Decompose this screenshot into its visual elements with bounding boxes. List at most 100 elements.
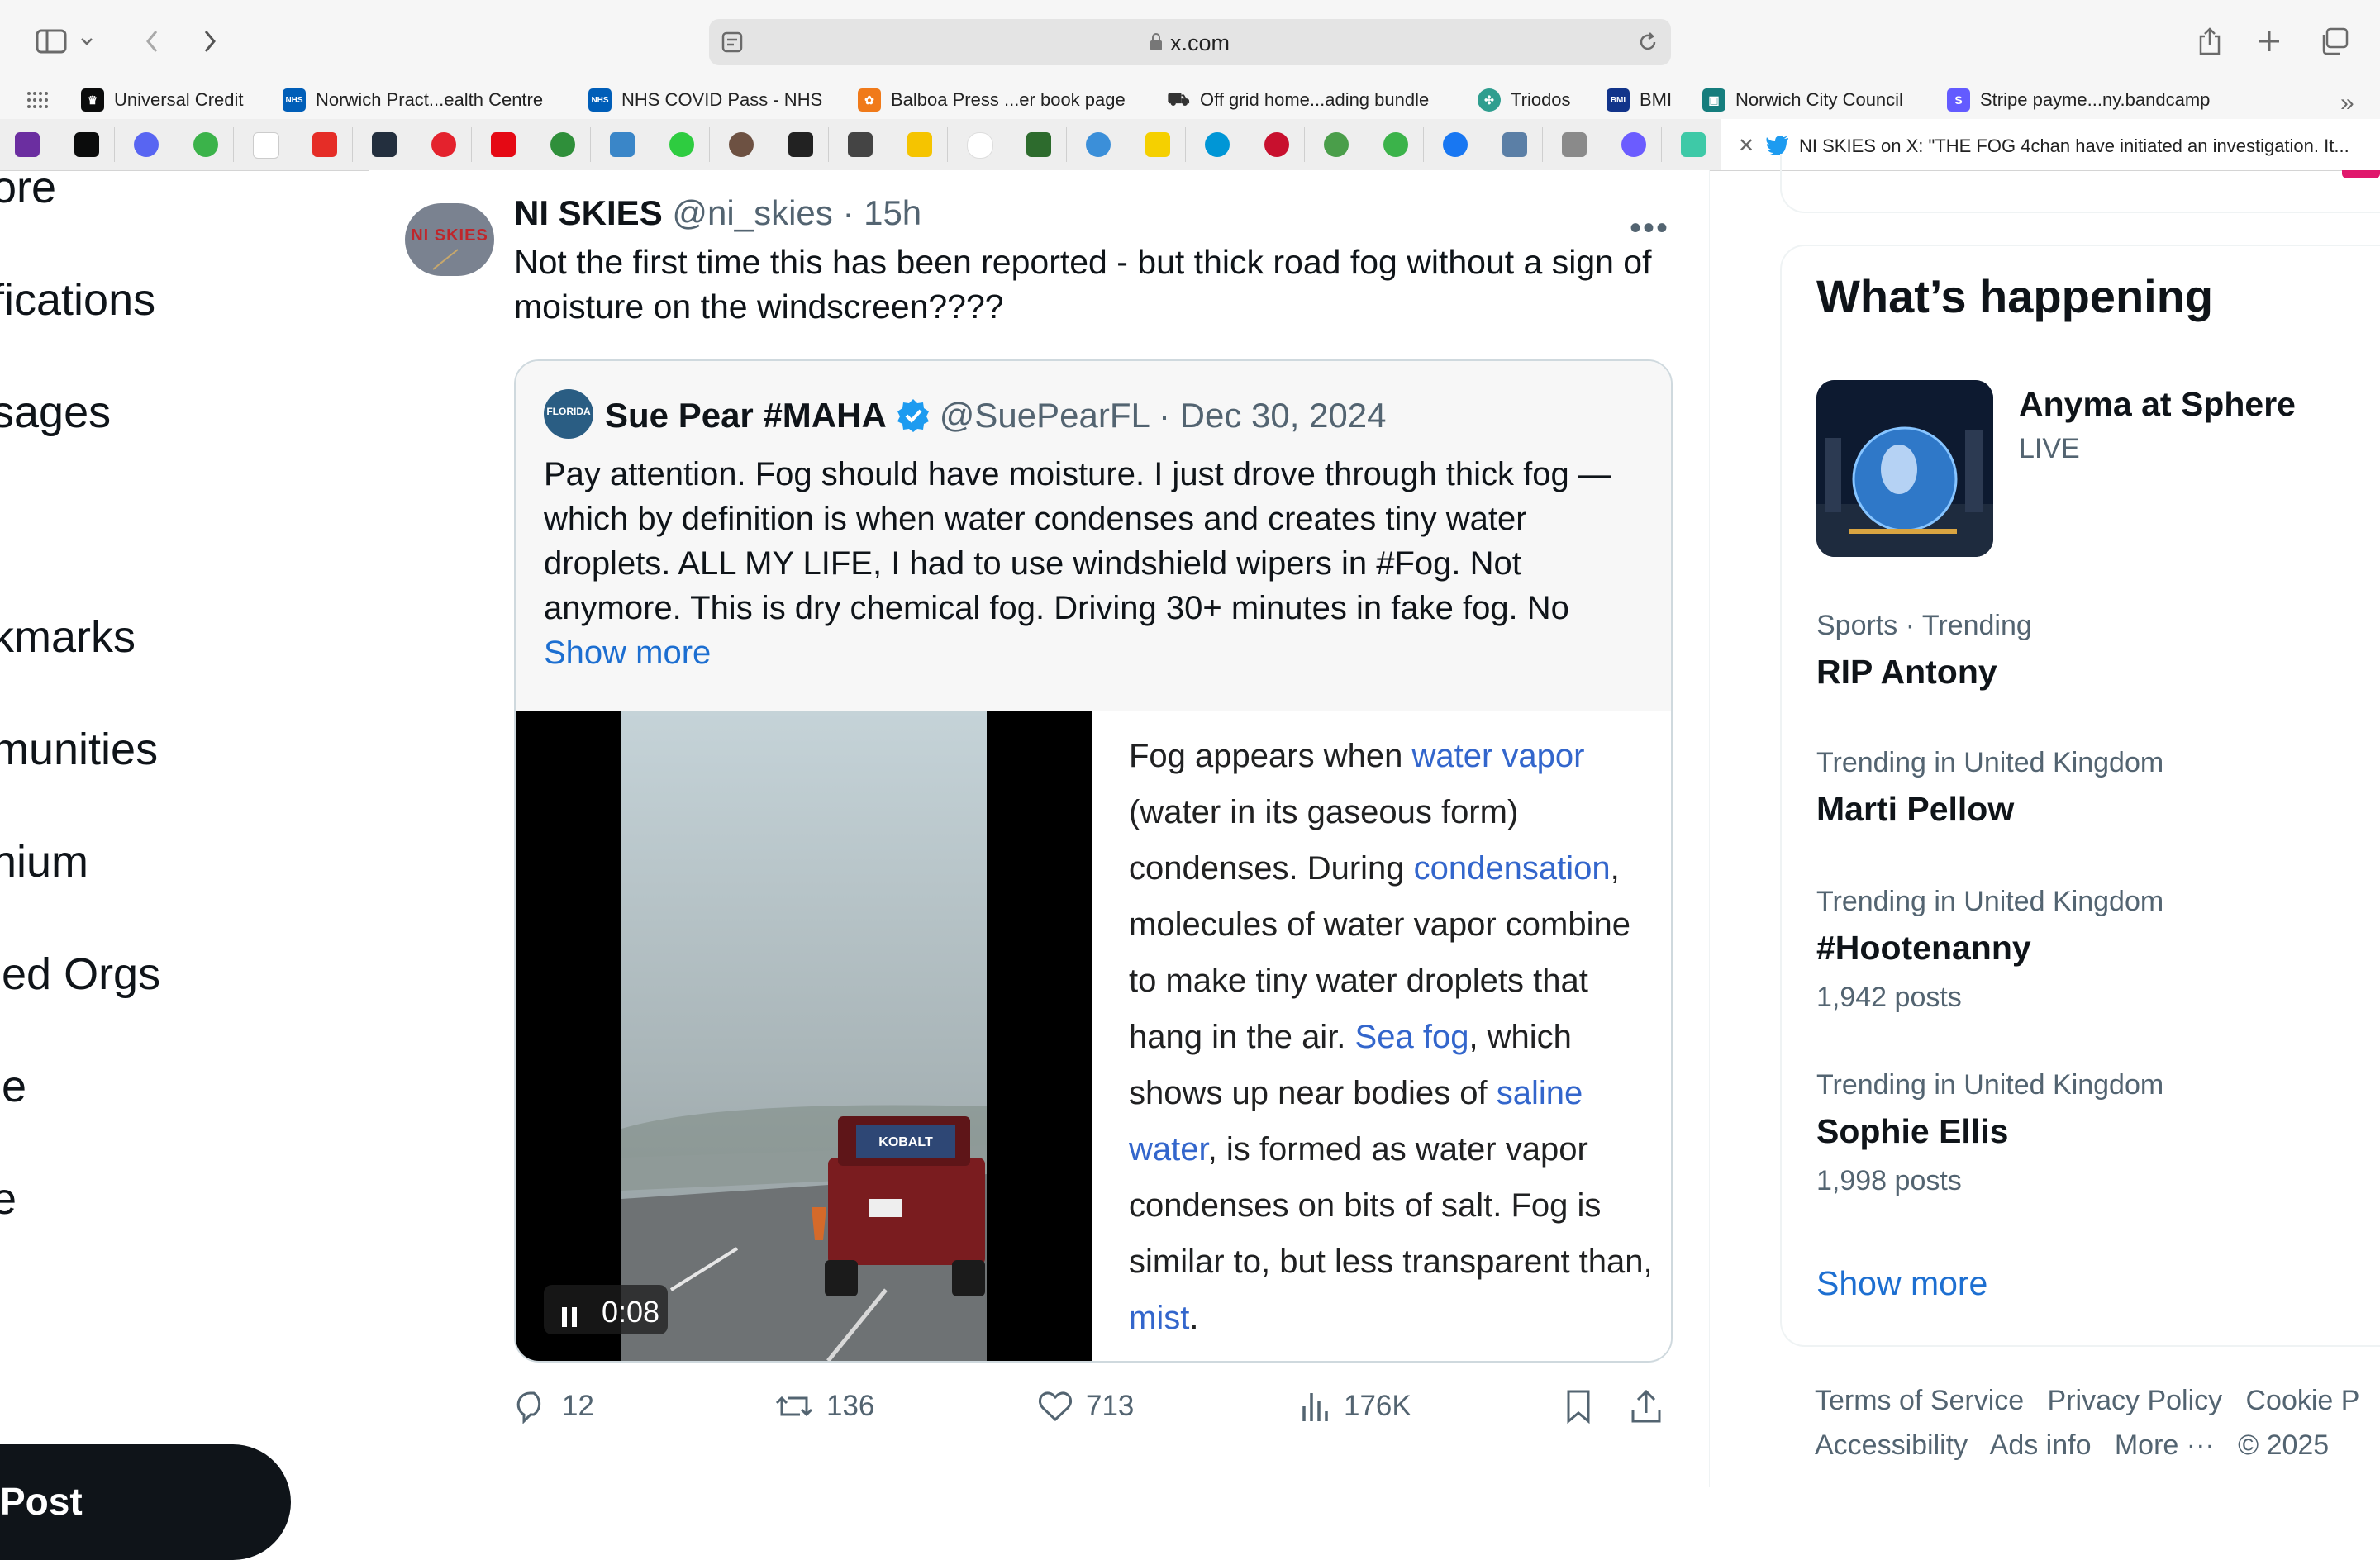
mail-icon[interactable] xyxy=(15,132,40,157)
play-yellow-icon[interactable] xyxy=(907,132,932,157)
sidebar-toggle-icon[interactable] xyxy=(28,20,74,63)
asterisk-icon[interactable] xyxy=(669,132,694,157)
bookmark-item[interactable]: ▣ Norwich City Council xyxy=(1702,88,1903,112)
wix-icon[interactable] xyxy=(253,132,279,159)
avatar[interactable]: FLORIDA xyxy=(544,389,593,439)
netflix-icon[interactable] xyxy=(491,132,516,157)
trend-title[interactable]: RIP Antony xyxy=(1816,653,1997,692)
crown-icon[interactable] xyxy=(74,132,99,157)
views-button[interactable]: 176K xyxy=(1299,1388,1411,1424)
bookmark-item[interactable]: BMI BMI xyxy=(1606,88,1672,112)
nav-verified-orgs[interactable]: ied Orgs xyxy=(0,949,160,1000)
nav-notifications[interactable]: fications xyxy=(0,274,155,326)
alien-icon[interactable] xyxy=(788,132,813,157)
address-bar[interactable]: x.com xyxy=(709,19,1671,65)
trend-image[interactable] xyxy=(1816,380,1993,557)
ads-info-link[interactable]: Ads info xyxy=(1990,1429,2092,1461)
footer-links: Accessibility Ads info More ··· © 2025 xyxy=(1815,1429,2329,1462)
nav-communities[interactable]: munities xyxy=(0,724,158,775)
terms-link[interactable]: Terms of Service xyxy=(1815,1385,2024,1416)
tweet-author-name[interactable]: NI SKIES xyxy=(514,193,663,232)
accent-bar xyxy=(2342,170,2380,178)
forward-icon[interactable] xyxy=(187,20,233,63)
circle-green-icon[interactable] xyxy=(1324,132,1349,157)
p-icon[interactable] xyxy=(1026,132,1051,157)
bookmark-item[interactable]: NHS Norwich Pract...ealth Centre xyxy=(283,88,543,112)
tweet-time[interactable]: · 15h xyxy=(842,193,921,232)
bookmark-item[interactable]: ✣ Triodos xyxy=(1478,88,1571,112)
pause-icon[interactable] xyxy=(562,1300,582,1334)
video-player[interactable]: KOBALT 0:08 xyxy=(516,711,1092,1361)
google-icon[interactable] xyxy=(967,132,993,159)
amazon-icon[interactable] xyxy=(372,132,397,157)
bookmark-button[interactable] xyxy=(1564,1388,1605,1424)
quoted-tweet-header: FLORIDA Sue Pear #MAHA @SuePearFL · Dec 3… xyxy=(516,361,1671,711)
rumble-icon[interactable] xyxy=(1383,132,1408,157)
nav-messages[interactable]: sages xyxy=(0,387,111,438)
nav-more-menu[interactable]: e xyxy=(0,1173,17,1225)
apps-grid-icon[interactable] xyxy=(26,91,48,113)
quoted-author-handle[interactable]: @SuePearFL xyxy=(940,396,1150,435)
lock-icon xyxy=(1150,33,1162,50)
hp-icon[interactable] xyxy=(1205,132,1230,157)
share-button[interactable] xyxy=(1630,1388,1674,1424)
cloud-icon[interactable] xyxy=(1086,132,1111,157)
tweet-actions: 12 136 713 176K xyxy=(514,1388,1687,1438)
avatar[interactable]: NI SKIES xyxy=(405,203,494,276)
post-button[interactable]: Post xyxy=(0,1444,291,1560)
quoted-tweet[interactable]: FLORIDA Sue Pear #MAHA @SuePearFL · Dec 3… xyxy=(514,359,1673,1363)
leaf-icon[interactable] xyxy=(550,132,575,157)
nav-profile[interactable]: le xyxy=(0,1061,26,1112)
purple-dot-icon[interactable] xyxy=(1621,132,1646,157)
repost-button[interactable]: 136 xyxy=(774,1388,874,1424)
reload-icon[interactable] xyxy=(1636,31,1659,58)
quoted-author-name[interactable]: Sue Pear #MAHA xyxy=(605,396,887,435)
poppy-icon[interactable] xyxy=(1264,132,1289,157)
s-gray-icon[interactable] xyxy=(1562,132,1587,157)
pause-red-icon[interactable] xyxy=(312,132,337,157)
opera-icon[interactable] xyxy=(431,132,456,157)
tweet-header: NI SKIES @ni_skies · 15h xyxy=(514,193,921,233)
new-tab-icon[interactable] xyxy=(2246,20,2292,63)
discord-icon[interactable] xyxy=(134,132,159,157)
profile-icon[interactable] xyxy=(729,132,754,157)
video-frame: KOBALT xyxy=(621,711,987,1361)
show-more-link[interactable]: Show more xyxy=(544,635,711,671)
show-more-trends-link[interactable]: Show more xyxy=(1816,1264,1987,1303)
cookie-link[interactable]: Cookie P xyxy=(2245,1385,2359,1416)
bookmark-item[interactable]: S Stripe payme...ny.bandcamp xyxy=(1947,88,2210,112)
bookmark-item[interactable]: ✿ Balboa Press ...er book page xyxy=(858,88,1126,112)
tab-overview-icon[interactable] xyxy=(2311,20,2357,63)
trend-title[interactable]: #Hootenanny xyxy=(1816,929,2031,968)
bookmark-item[interactable]: ♛ Universal Credit xyxy=(81,88,244,112)
facebook-icon[interactable] xyxy=(1443,132,1468,157)
like-button[interactable]: 713 xyxy=(1036,1388,1134,1424)
truck-text: KOBALT xyxy=(878,1135,933,1149)
nav-bookmarks[interactable]: kmarks xyxy=(0,611,136,663)
nav-more[interactable]: ore xyxy=(0,162,56,213)
y-icon[interactable] xyxy=(610,132,635,157)
photo-icon[interactable] xyxy=(848,132,873,157)
back-icon[interactable] xyxy=(129,20,175,63)
quoted-tweet-date[interactable]: · Dec 30, 2024 xyxy=(1159,396,1387,435)
landscape-icon[interactable] xyxy=(1502,132,1527,157)
bookmark-item[interactable]: NHS NHS COVID Pass - NHS xyxy=(588,88,822,112)
accessibility-link[interactable]: Accessibility xyxy=(1815,1429,1968,1461)
trend-title[interactable]: Marti Pellow xyxy=(1816,790,2014,829)
tweet-author-handle[interactable]: @ni_skies xyxy=(672,193,832,232)
arrow-icon[interactable] xyxy=(1145,132,1170,157)
bookmarks-overflow-icon[interactable]: » xyxy=(2340,89,2354,117)
rumble-icon[interactable] xyxy=(193,132,218,157)
bookmark-item[interactable]: ⛟ Off grid home...ading bundle xyxy=(1167,88,1429,112)
nav-premium[interactable]: nium xyxy=(0,836,88,887)
privacy-link[interactable]: Privacy Policy xyxy=(2048,1385,2223,1416)
reply-button[interactable]: 12 xyxy=(514,1388,594,1424)
close-tab-icon[interactable]: ✕ xyxy=(1738,134,1754,158)
v-icon[interactable] xyxy=(1681,132,1706,157)
footer-more-link[interactable]: More ··· xyxy=(2115,1429,2215,1461)
trend-title[interactable]: Anyma at Sphere xyxy=(2019,385,2296,424)
share-icon[interactable] xyxy=(2187,20,2233,63)
trend-title[interactable]: Sophie Ellis xyxy=(1816,1112,2008,1151)
chevron-down-icon[interactable] xyxy=(74,20,99,63)
video-timer[interactable]: 0:08 xyxy=(544,1285,668,1334)
